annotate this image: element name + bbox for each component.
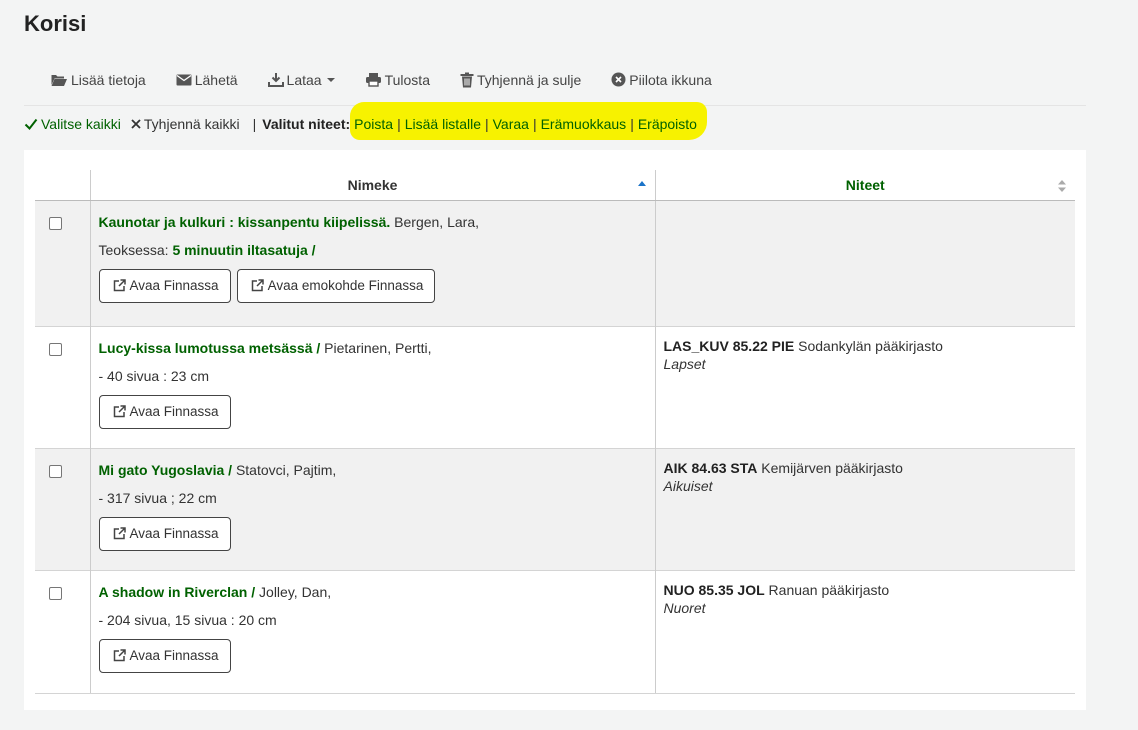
open-in-finna-button[interactable]: Avaa Finnassa — [98, 394, 231, 429]
external-link-icon — [251, 279, 264, 292]
add-info-button[interactable]: Lisää tietoja — [42, 63, 154, 97]
sort-both-icon — [1058, 180, 1066, 192]
open-in-finna-label: Avaa Finnassa — [129, 648, 219, 663]
record-author: Bergen, Lara, — [394, 213, 479, 230]
open-in-finna-button[interactable]: Avaa Finnassa — [98, 638, 231, 673]
open-host-in-finna-label: Avaa emokohde Finnassa — [267, 278, 424, 293]
table-row: A shadow in Riverclan / Jolley, Dan, - 2… — [35, 569, 1075, 694]
row-checkbox[interactable] — [49, 586, 62, 600]
table-row: Kaunotar ja kulkuri : kissanpentu kiipel… — [35, 199, 1075, 326]
shelving-location: Nuoret — [663, 599, 706, 616]
checkbox-column-header — [35, 170, 90, 201]
separator: | — [252, 116, 257, 132]
open-in-finna-label: Avaa Finnassa — [129, 278, 219, 293]
title-header-label: Nimeke — [347, 176, 398, 193]
table-row: Lucy-kissa lumotussa metsässä / Pietarin… — [35, 325, 1075, 448]
open-in-finna-label: Avaa Finnassa — [129, 404, 219, 419]
sort-ascending-icon — [637, 181, 646, 186]
record-author: Jolley, Dan, — [259, 583, 332, 600]
open-in-finna-button[interactable]: Avaa Finnassa — [98, 268, 231, 303]
items-cell: AIK 84.63 STA Kemijärven pääkirjasto Aik… — [654, 447, 1075, 570]
hide-window-button[interactable]: Piilota ikkuna — [603, 63, 720, 97]
download-label: Lataa — [286, 71, 322, 88]
check-icon — [24, 118, 38, 130]
place-hold-link[interactable]: Varaa — [493, 116, 529, 132]
close-circle-icon — [611, 72, 626, 87]
selected-actions: Poista | Lisää listalle | Varaa | Erämuo… — [354, 116, 697, 132]
call-number: AIK 84.63 STA — [663, 459, 758, 476]
delete-link[interactable]: Poista — [354, 116, 393, 132]
page-title: Korisi — [24, 11, 87, 36]
folder-open-icon — [51, 74, 67, 86]
open-in-finna-button[interactable]: Avaa Finnassa — [98, 516, 231, 551]
batch-delete-link[interactable]: Eräpoisto — [638, 116, 697, 132]
add-info-label: Lisää tietoja — [71, 71, 146, 88]
record-title-link[interactable]: Mi gato Yugoslavia / — [99, 462, 233, 478]
select-all-link[interactable]: Valitse kaikki — [24, 116, 121, 132]
selection-bar: Valitse kaikki Tyhjennä kaikki | Valitut… — [24, 110, 697, 138]
host-record-link[interactable]: 5 minuutin iltasatuja / — [172, 242, 315, 258]
table-row: Mi gato Yugoslavia / Statovci, Pajtim, -… — [35, 447, 1075, 570]
items-cell — [654, 199, 1075, 326]
shelving-location: Lapset — [663, 355, 706, 372]
print-label: Tulosta — [384, 71, 430, 88]
basket-panel: Nimeke Niteet Kaunotar ja kulkuri : kiss… — [24, 150, 1086, 710]
trash-icon — [460, 72, 474, 87]
external-link-icon — [113, 279, 126, 292]
physical-description: - 204 sivua, 15 sivua : 20 cm — [98, 611, 277, 628]
items-column-header[interactable]: Niteet — [654, 170, 1075, 201]
select-all-label: Valitse kaikki — [41, 116, 121, 132]
call-number: NUO 85.35 JOL — [663, 581, 765, 598]
part-of-prefix: Teoksessa: — [98, 241, 169, 258]
row-checkbox[interactable] — [49, 464, 62, 478]
external-link-icon — [113, 649, 126, 662]
physical-description: - 40 sivua : 23 cm — [98, 367, 210, 384]
external-link-icon — [113, 405, 126, 418]
send-button[interactable]: Lähetä — [168, 63, 246, 97]
record-title-link[interactable]: Lucy-kissa lumotussa metsässä / — [99, 340, 321, 356]
open-host-in-finna-button[interactable]: Avaa emokohde Finnassa — [236, 268, 436, 303]
items-cell: LAS_KUV 85.22 PIE Sodankylän pääkirjasto… — [654, 325, 1075, 448]
branch-name: Ranuan pääkirjasto — [768, 581, 890, 598]
row-checkbox[interactable] — [49, 216, 62, 230]
empty-and-close-button[interactable]: Tyhjennä ja sulje — [452, 63, 589, 97]
items-header-label: Niteet — [845, 176, 885, 193]
record-title-link[interactable]: A shadow in Riverclan / — [99, 584, 256, 600]
batch-modify-link[interactable]: Erämuokkaus — [541, 116, 627, 132]
row-checkbox[interactable] — [49, 342, 62, 356]
download-dropdown-button[interactable]: Lataa — [260, 63, 343, 97]
branch-name: Sodankylän pääkirjasto — [798, 337, 943, 354]
download-icon — [267, 73, 284, 87]
record-author: Statovci, Pajtim, — [235, 461, 337, 478]
printer-icon — [365, 73, 381, 87]
selected-items-label: Valitut niteet: — [262, 116, 351, 132]
call-number: LAS_KUV 85.22 PIE — [663, 337, 795, 354]
open-in-finna-label: Avaa Finnassa — [129, 526, 219, 541]
chevron-down-icon — [326, 77, 335, 82]
close-icon — [131, 119, 141, 129]
clear-all-label: Tyhjennä kaikki — [143, 116, 240, 132]
basket-toolbar: Lisää tietoja Lähetä Lataa Tulosta Tyhje… — [24, 54, 1086, 106]
physical-description: - 317 sivua ; 22 cm — [98, 489, 217, 506]
record-author: Pietarinen, Pertti, — [324, 339, 432, 356]
send-label: Lähetä — [194, 71, 238, 88]
external-link-icon — [113, 527, 126, 540]
add-to-list-link[interactable]: Lisää listalle — [405, 116, 481, 132]
print-button[interactable]: Tulosta — [357, 63, 438, 97]
hide-window-label: Piilota ikkuna — [629, 71, 712, 88]
clear-all-link[interactable]: Tyhjennä kaikki — [131, 116, 240, 132]
empty-and-close-label: Tyhjennä ja sulje — [476, 71, 582, 88]
items-cell: NUO 85.35 JOL Ranuan pääkirjasto Nuoret — [654, 569, 1075, 694]
envelope-icon — [176, 74, 192, 85]
title-column-header[interactable]: Nimeke — [89, 170, 655, 201]
branch-name: Kemijärven pääkirjasto — [761, 459, 903, 476]
record-title-link[interactable]: Kaunotar ja kulkuri : kissanpentu kiipel… — [99, 214, 391, 230]
basket-table: Nimeke Niteet Kaunotar ja kulkuri : kiss… — [35, 170, 1075, 694]
shelving-location: Aikuiset — [663, 477, 713, 494]
